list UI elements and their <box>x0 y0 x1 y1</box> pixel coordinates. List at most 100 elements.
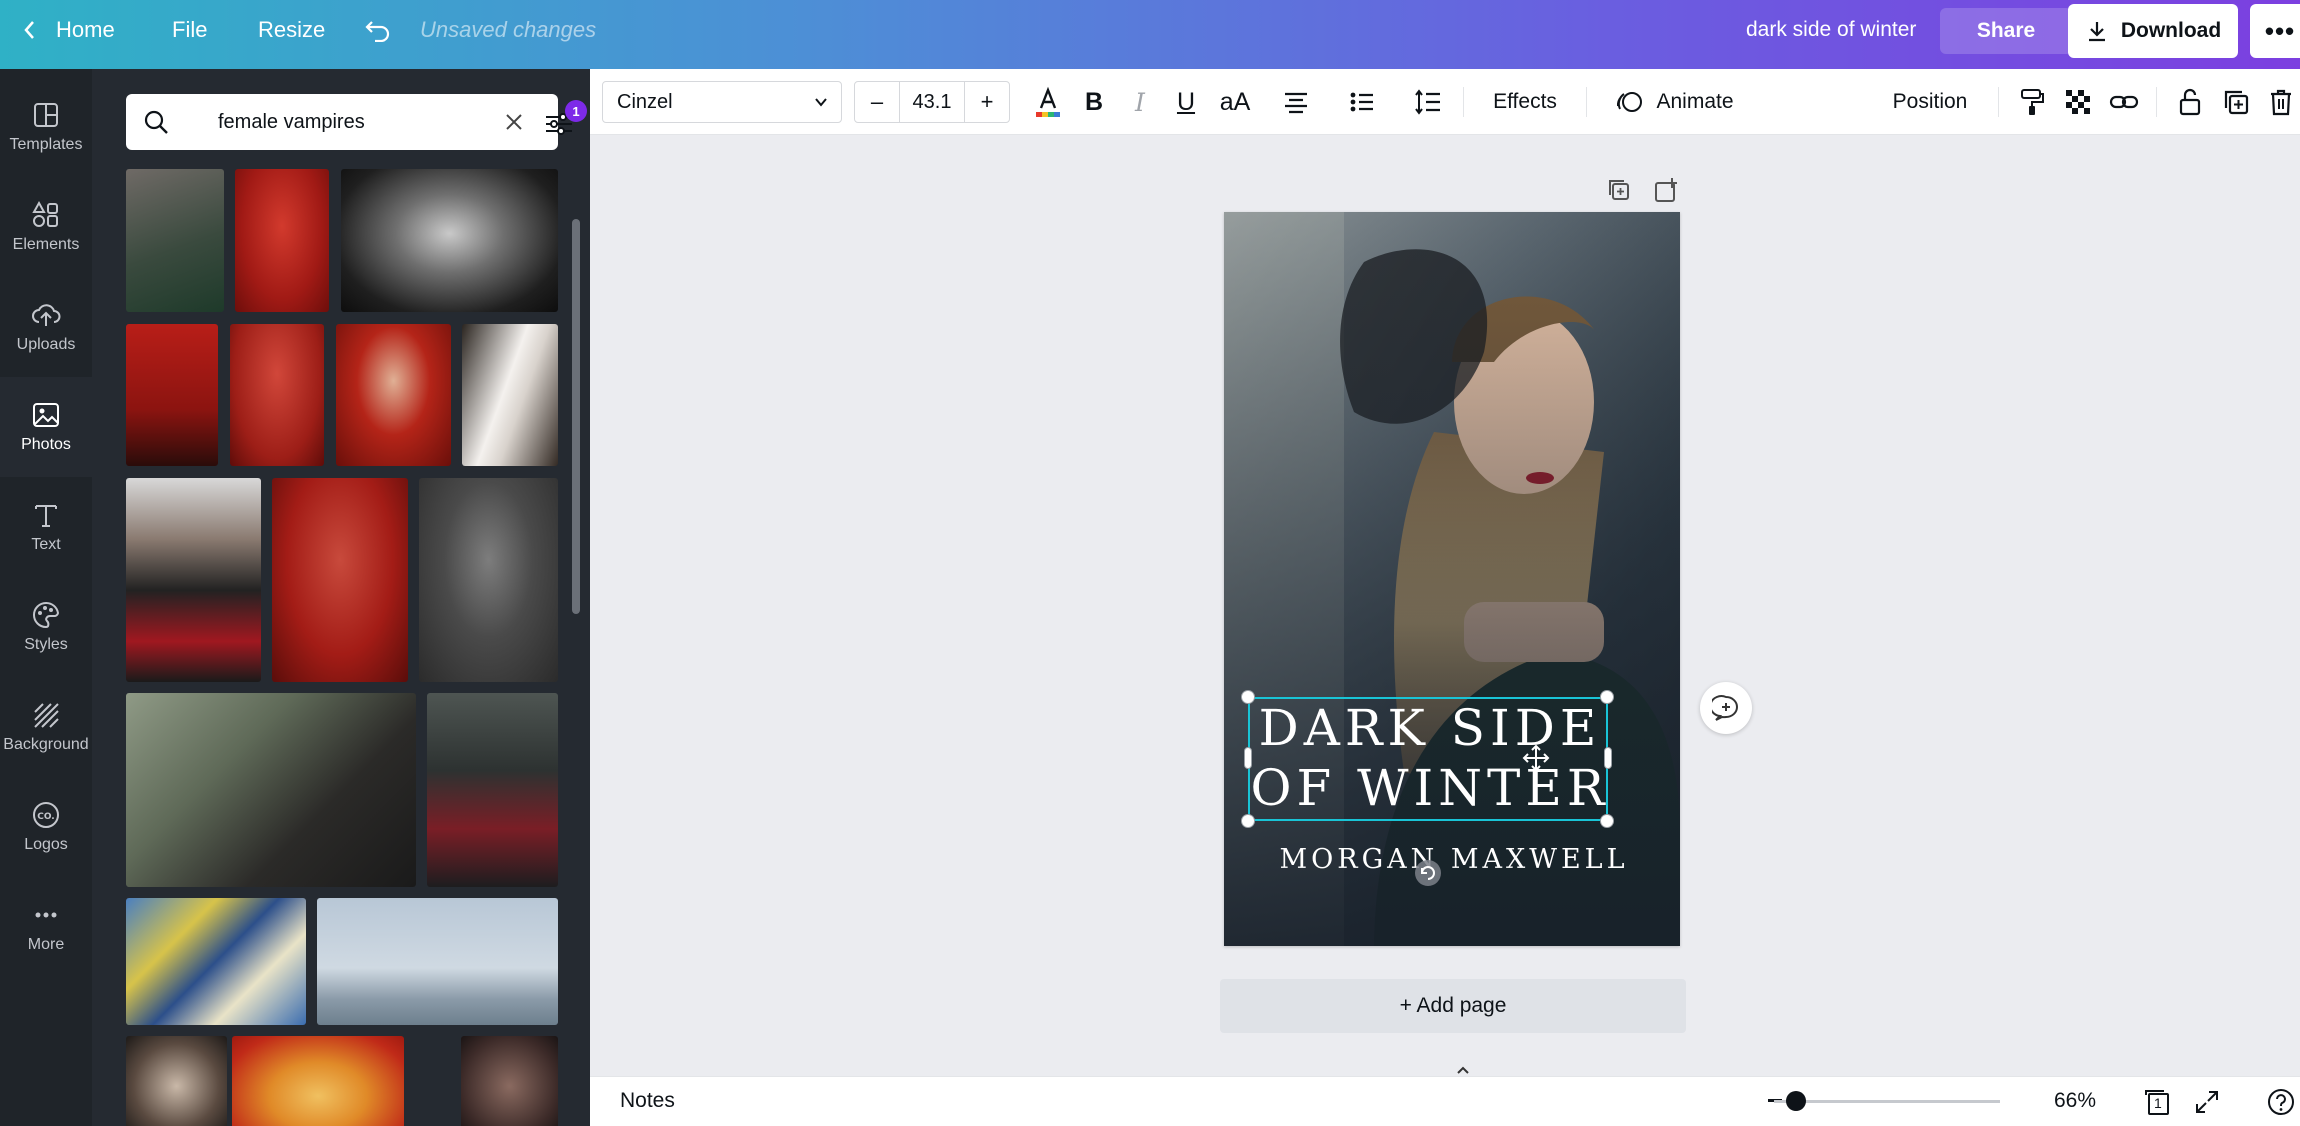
photo-thumbnail[interactable] <box>126 693 416 887</box>
position-button[interactable]: Position <box>1882 83 1978 121</box>
templates-icon <box>34 103 58 127</box>
letter-case-icon: aA <box>1219 87 1251 116</box>
resize-handle[interactable] <box>1241 690 1255 704</box>
chevron-down-icon <box>815 98 827 107</box>
panel-scrollbar[interactable] <box>572 219 580 614</box>
add-page-icon[interactable] <box>1652 175 1682 205</box>
delete-button[interactable] <box>2262 83 2300 121</box>
copy-style-button[interactable] <box>2012 83 2052 121</box>
decrease-font-size-button[interactable]: – <box>855 82 899 122</box>
home-button[interactable]: Home <box>22 0 115 60</box>
photo-thumbnail[interactable] <box>126 478 261 682</box>
align-center-icon <box>1285 92 1307 114</box>
photo-thumbnail[interactable] <box>419 478 558 682</box>
download-button[interactable]: Download <box>2068 4 2238 58</box>
photo-thumbnail[interactable] <box>317 898 558 1025</box>
photo-thumbnail[interactable] <box>126 1036 227 1126</box>
rail-label: Photos <box>21 436 71 453</box>
photo-thumbnail[interactable] <box>341 169 558 312</box>
top-bar: Home File Resize Unsaved changes dark si… <box>0 0 2300 69</box>
photo-thumbnail[interactable] <box>232 1036 404 1126</box>
rail-label: Elements <box>12 236 80 253</box>
photo-thumbnail[interactable] <box>126 169 224 312</box>
list-button[interactable] <box>1342 83 1382 121</box>
italic-icon: I <box>1135 87 1145 117</box>
rail-item-more[interactable]: More <box>0 877 92 977</box>
document-title[interactable]: dark side of winter <box>1746 0 1916 60</box>
home-label: Home <box>56 17 115 42</box>
design-page[interactable]: DARK SIDE OF WINTER MORGAN MAXWELL <box>1224 212 1680 946</box>
text-color-button[interactable] <box>1028 83 1068 121</box>
rail-label: Styles <box>24 636 68 653</box>
page-count: 1 <box>2154 1095 2162 1111</box>
font-family-select[interactable]: Cinzel <box>602 81 842 123</box>
notes-button[interactable]: Notes <box>620 1089 675 1113</box>
underline-button[interactable]: U <box>1166 83 1206 121</box>
download-label: Download <box>2120 19 2222 42</box>
zoom-level[interactable]: 66% <box>2054 1089 2096 1113</box>
side-handle[interactable] <box>1604 747 1612 769</box>
resize-button[interactable]: Resize <box>258 0 325 60</box>
search-input[interactable] <box>218 102 488 142</box>
duplicate-button[interactable] <box>2216 83 2256 121</box>
font-size-input[interactable]: 43.1 <box>899 82 965 122</box>
photo-thumbnail[interactable] <box>461 1036 558 1126</box>
selection-box[interactable] <box>1248 697 1608 821</box>
undo-button[interactable] <box>364 0 392 60</box>
clear-search-icon[interactable] <box>502 110 526 134</box>
rail-item-background[interactable]: Background <box>0 677 92 777</box>
photo-thumbnail[interactable] <box>126 324 218 466</box>
toolbar-divider <box>2156 87 2157 117</box>
rail-item-text[interactable]: Text <box>0 477 92 577</box>
more-options-button[interactable]: ••• <box>2250 4 2300 58</box>
effects-button[interactable]: Effects <box>1482 83 1568 121</box>
rail-item-elements[interactable]: Elements <box>0 177 92 277</box>
photo-thumbnail[interactable] <box>336 324 451 466</box>
move-icon[interactable] <box>1522 744 1550 772</box>
letter-case-button[interactable]: aA <box>1212 83 1258 121</box>
duplicate-page-icon[interactable] <box>1604 175 1634 205</box>
rail-label: Templates <box>9 136 83 153</box>
cover-author[interactable]: MORGAN MAXWELL <box>1264 844 1644 875</box>
add-comment-button[interactable] <box>1700 682 1752 734</box>
increase-font-size-button[interactable]: + <box>965 82 1009 122</box>
file-menu[interactable]: File <box>172 0 207 60</box>
resize-handle[interactable] <box>1241 814 1255 828</box>
spacing-button[interactable] <box>1408 83 1448 121</box>
zoom-slider[interactable] <box>1774 1100 2000 1103</box>
elements-icon <box>32 200 58 227</box>
toolbar-divider <box>1463 87 1464 117</box>
photo-thumbnail[interactable] <box>230 324 324 466</box>
add-page-button[interactable]: + Add page <box>1220 979 1686 1033</box>
fullscreen-button[interactable] <box>2192 1087 2222 1117</box>
animate-button[interactable]: Animate <box>1610 83 1740 121</box>
share-button[interactable]: Share <box>1940 8 2072 54</box>
resize-handle[interactable] <box>1600 690 1614 704</box>
alignment-button[interactable] <box>1276 83 1316 121</box>
bold-button[interactable]: B <box>1074 83 1114 121</box>
lock-button[interactable] <box>2170 83 2210 121</box>
resize-handle[interactable] <box>1600 814 1614 828</box>
link-icon <box>2109 95 2139 109</box>
rotate-icon[interactable] <box>1413 858 1443 888</box>
rail-item-logos[interactable]: CO. Logos <box>0 777 92 877</box>
photo-thumbnail[interactable] <box>462 324 558 466</box>
italic-button[interactable]: I <box>1120 83 1160 121</box>
help-button[interactable] <box>2266 1087 2296 1117</box>
photo-thumbnail[interactable] <box>427 693 558 887</box>
rail-item-uploads[interactable]: Uploads <box>0 277 92 377</box>
photo-thumbnail[interactable] <box>272 478 408 682</box>
rail-label: Text <box>31 536 61 553</box>
photo-thumbnail[interactable] <box>235 169 329 312</box>
rail-item-templates[interactable]: Templates <box>0 77 92 177</box>
rail-item-photos[interactable]: Photos <box>0 377 92 477</box>
photo-thumbnail[interactable] <box>126 898 306 1025</box>
side-handle[interactable] <box>1244 747 1252 769</box>
page-count-button[interactable]: 1 <box>2142 1087 2172 1117</box>
rail-item-styles[interactable]: Styles <box>0 577 92 677</box>
rail-label: Uploads <box>16 336 76 353</box>
transparency-button[interactable] <box>2058 83 2098 121</box>
link-button[interactable] <box>2104 83 2144 121</box>
underline-icon: U <box>1176 87 1196 116</box>
zoom-slider-thumb[interactable] <box>1786 1091 1806 1111</box>
